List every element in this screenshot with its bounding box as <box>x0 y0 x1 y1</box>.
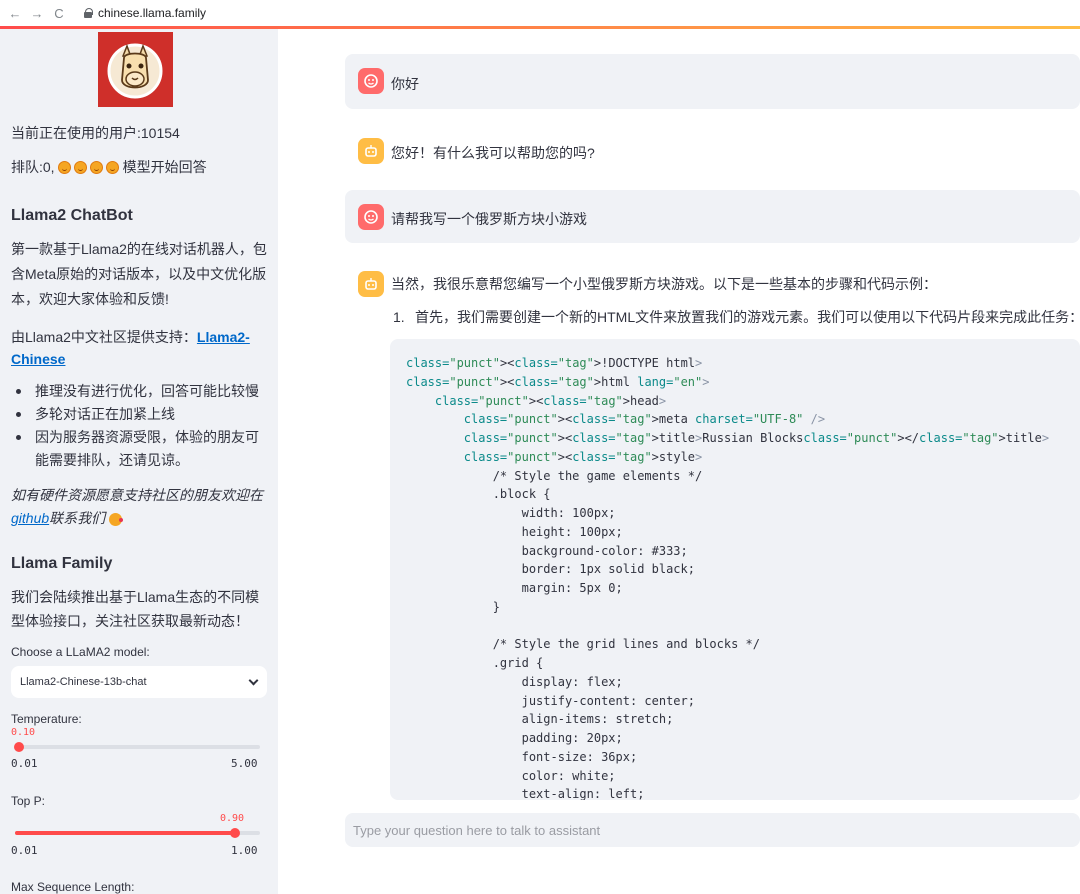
temperature-thumb[interactable] <box>14 742 25 752</box>
top-p-slider[interactable]: 0.90 0.01 1.00 <box>11 808 267 868</box>
forward-arrow-icon[interactable]: → <box>28 6 46 21</box>
code-line: border: 1px solid black; <box>406 562 695 577</box>
max-length-label: Max Sequence Length: <box>11 880 135 894</box>
list-item: 因为服务器资源受限，体验的朋友可能需要排队，还请见谅。 <box>11 426 267 472</box>
code-line: background-color: #333; <box>406 543 688 558</box>
family-heading: Llama Family <box>11 555 113 572</box>
code-line: height: 100px; <box>406 524 623 539</box>
step-text: 首先，我们需要创建一个新的HTML文件来放置我们的游戏元素。我们可以使用以下代码… <box>415 309 1080 325</box>
temperature-track[interactable] <box>14 742 260 752</box>
chat-message-assistant: 当然，我很乐意帮您编写一个小型俄罗斯方块游戏。以下是一些基本的步骤和代码示例： <box>345 257 1080 297</box>
message-text: 你好 <box>391 76 419 92</box>
top-p-label: Top P: <box>11 794 46 808</box>
chat-area: 你好 您好！有什么我可以帮助您的吗? 请帮我写一个俄罗斯方块小游戏 当然，我很乐… <box>278 29 1080 894</box>
temperature-value: 0.10 <box>11 727 36 738</box>
temperature-min: 0.01 <box>11 757 38 770</box>
code-line: class="punct"><class="tag">style> <box>463 449 703 464</box>
sidebar: 当前正在使用的用户:10154 排队:0, 模型开始回答 Llama2 Chat… <box>0 29 278 894</box>
top-p-value: 0.90 <box>220 813 245 824</box>
model-select[interactable]: Llama2-Chinese-13b-chat <box>11 666 267 698</box>
temperature-slider[interactable]: 0.10 0.01 5.00 <box>11 726 267 786</box>
code-line: } <box>406 599 500 614</box>
llama-logo <box>97 32 173 107</box>
model-select-value: Llama2-Chinese-13b-chat <box>20 676 147 688</box>
code-line: padding: 20px; <box>406 731 623 745</box>
code-line: .grid { <box>406 656 544 670</box>
message-text: 您好！有什么我可以帮助您的吗? <box>391 145 595 161</box>
bot-avatar-icon <box>358 138 384 164</box>
kiss-emoji-icon <box>109 512 124 526</box>
code-line: justify-content: center; <box>406 693 695 708</box>
back-arrow-icon[interactable]: ← <box>6 6 24 21</box>
code-line: margin: 5px 0; <box>406 581 623 595</box>
user-avatar-icon <box>358 204 384 230</box>
code-line: class="punct"><class="tag">html lang="en… <box>406 374 710 389</box>
smile-emoji-icon <box>57 160 71 174</box>
queue-suffix: 模型开始回答 <box>122 159 207 175</box>
code-line: class="punct"><class="tag">meta charset=… <box>463 412 826 427</box>
list-item: 推理没有进行优化，回答可能比较慢 <box>11 380 267 403</box>
code-line: class="punct"><class="tag">!DOCTYPE html… <box>406 356 703 370</box>
contact-suffix: 联系我们 <box>49 510 106 526</box>
list-item: 多轮对话正在加紧上线 <box>11 403 267 426</box>
lock-icon <box>84 8 93 18</box>
browser-toolbar: ← → C chinese.llama.family <box>0 0 1080 26</box>
queue-prefix: 排队:0, <box>11 159 55 175</box>
top-p-max: 1.00 <box>231 844 258 857</box>
code-line: font-size: 36px; <box>406 749 638 764</box>
bot-avatar-icon <box>358 271 384 297</box>
temperature-max: 5.00 <box>231 757 258 770</box>
smile-emoji-icon <box>105 160 119 174</box>
chat-message-user: 请帮我写一个俄罗斯方块小游戏 <box>345 190 1080 243</box>
code-line: /* Style the game elements */ <box>406 468 703 483</box>
contact-prefix: 如有硬件资源愿意支持社区的朋友欢迎在 <box>11 487 263 503</box>
chatbot-heading: Llama2 ChatBot <box>11 207 133 224</box>
top-p-fill <box>15 831 236 835</box>
step-number: 1. <box>393 309 405 325</box>
code-line: align-items: stretch; <box>406 712 674 727</box>
temperature-label: Temperature: <box>11 712 82 726</box>
top-p-track[interactable] <box>15 828 260 838</box>
active-users-text: 当前正在使用的用户:10154 <box>11 125 180 141</box>
smile-emoji-icon <box>89 160 103 174</box>
code-block: class="punct"><class="tag">!DOCTYPE html… <box>390 339 1080 800</box>
top-p-min: 0.01 <box>11 844 38 857</box>
message-text: 请帮我写一个俄罗斯方块小游戏 <box>391 211 587 227</box>
code-line: text-align: left; <box>406 787 645 800</box>
smile-emoji-icon <box>73 160 87 174</box>
support-text: 由Llama2中文社区提供支持：Llama2-Chinese <box>11 326 267 370</box>
top-p-thumb[interactable] <box>230 828 241 838</box>
chatbot-intro: 第一款基于Llama2的在线对话机器人，包含Meta原始的对话版本，以及中文优化… <box>11 241 267 307</box>
user-avatar-icon <box>358 68 384 94</box>
support-prefix: 由Llama2中文社区提供支持： <box>11 329 197 345</box>
family-text: 我们会陆续推出基于Llama生态的不同模型体验接口，关注社区获取最新动态！ <box>11 589 260 629</box>
code-line: class="punct"><class="tag">head> <box>434 393 667 408</box>
step-item: 1. 首先，我们需要创建一个新的HTML文件来放置我们的游戏元素。我们可以使用以下… <box>393 307 1080 327</box>
reload-icon[interactable]: C <box>50 6 68 21</box>
model-select-label: Choose a LLaMA2 model: <box>11 645 150 659</box>
contact-text: 如有硬件资源愿意支持社区的朋友欢迎在 github联系我们 <box>11 484 267 530</box>
notes-list: 推理没有进行优化，回答可能比较慢 多轮对话正在加紧上线 因为服务器资源受限，体验… <box>11 380 267 472</box>
code-line: class="punct"><class="tag">title>Russian… <box>463 431 1050 445</box>
code-line: width: 100px; <box>406 506 616 520</box>
message-text: 当然，我很乐意帮您编写一个小型俄罗斯方块游戏。以下是一些基本的步骤和代码示例： <box>391 276 937 292</box>
code-line: .block { <box>406 487 551 502</box>
code-line: /* Style the grid lines and blocks */ <box>406 637 761 652</box>
chevron-down-icon <box>248 675 259 685</box>
code-line: display: flex; <box>406 674 623 689</box>
chat-message-assistant: 您好！有什么我可以帮助您的吗? <box>345 124 1080 176</box>
chat-message-user: 你好 <box>345 54 1080 109</box>
chat-input-placeholder: Type your question here to talk to assis… <box>353 822 601 838</box>
address-bar[interactable]: chinese.llama.family <box>98 6 206 20</box>
code-line: color: white; <box>406 768 616 783</box>
queue-status: 排队:0, 模型开始回答 <box>11 156 267 178</box>
github-link[interactable]: github <box>11 510 49 526</box>
chat-input[interactable]: Type your question here to talk to assis… <box>345 813 1080 847</box>
